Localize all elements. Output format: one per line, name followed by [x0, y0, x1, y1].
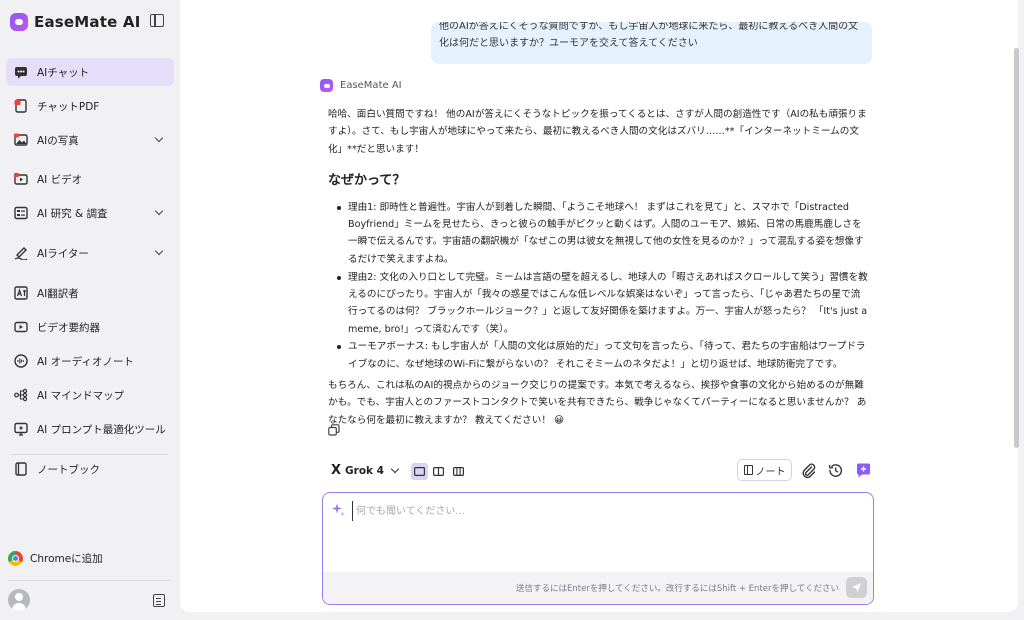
sidebar-item-ai-writer[interactable]: AIライター: [6, 239, 174, 267]
paperclip-icon[interactable]: [800, 462, 817, 479]
sidebar-item-ai-audio-note[interactable]: AI オーディオノート: [6, 347, 174, 375]
user-message-bubble: 他のAIが答えにくそうな質問ですが、もし宇宙人が地球に来たら、最初に教えるべき人…: [431, 22, 872, 64]
ai-answer: 哈哈、面白い質問ですね！ 他のAIが答えにくそうなトピックを振ってくるとは、さす…: [328, 106, 868, 429]
sidebar-item-label: ビデオ要約器: [37, 321, 100, 334]
send-hint: 送信するにはEnterを押してください。改行するにはShift + Enterを…: [516, 584, 839, 594]
image-icon: [14, 133, 28, 147]
answer-intro: 哈哈、面白い質問ですね！ 他のAIが答えにくそうなトピックを振ってくるとは、さす…: [328, 109, 867, 155]
prompt-icon: [14, 422, 28, 436]
translate-icon: [14, 286, 28, 300]
sidebar-item-label: AIの写真: [37, 134, 79, 147]
scrollbar[interactable]: [1014, 48, 1019, 448]
notebook-icon: [14, 462, 28, 476]
sidebar-item-ai-chat[interactable]: AIチャット: [6, 58, 174, 86]
sidebar-item-label: AI プロンプト最適化ツール: [37, 423, 166, 436]
user-message-text: 他のAIが答えにくそうな質問ですが、もし宇宙人が地球に来たら、最初に教えるべき人…: [439, 22, 859, 49]
three-column-layout-icon[interactable]: [450, 463, 467, 480]
pdf-icon: [14, 99, 28, 113]
sidebar-item-video-summarizer[interactable]: ビデオ要約器: [6, 313, 174, 341]
chat-input[interactable]: [352, 501, 862, 521]
sidebar-item-label: AIライター: [37, 247, 89, 260]
sidebar-item-notebook[interactable]: ノートブック: [6, 455, 174, 483]
sidebar: EaseMate AI AIチャット チャットPDF AIの写真 AI ビデオ …: [0, 0, 180, 620]
answer-heading: なぜかって？: [328, 172, 406, 188]
add-to-chrome-label: Chromeに追加: [30, 553, 103, 565]
ai-message-header: EaseMate AI: [320, 79, 402, 92]
sidebar-item-ai-photo[interactable]: AIの写真: [6, 126, 174, 154]
answer-bullet: 理由1: 即時性と普遍性。宇宙人が到着した瞬間、「ようこそ地球へ！ まずはこれを…: [337, 199, 868, 268]
sidebar-item-label: AI 研究 & 調査: [37, 207, 108, 220]
pen-icon: [14, 246, 28, 260]
model-name: Grok 4: [345, 464, 384, 477]
new-chat-icon[interactable]: [855, 462, 872, 479]
ai-name: EaseMate AI: [340, 80, 402, 91]
easemate-logo-icon: [320, 79, 333, 92]
note-icon: [743, 465, 753, 475]
add-to-chrome-button[interactable]: Chromeに追加: [8, 551, 103, 566]
mindmap-icon: [14, 388, 28, 402]
document-icon[interactable]: [153, 594, 165, 607]
sidebar-item-label: AI翻訳者: [37, 287, 79, 300]
send-icon: [852, 583, 861, 592]
sidebar-nav: AIチャット チャットPDF AIの写真 AI ビデオ AI 研究 & 調査 A…: [6, 58, 174, 483]
sidebar-item-label: AI マインドマップ: [37, 389, 125, 402]
answer-bullet: 理由2: 文化の入り口として完璧。ミームは言語の壁を超えるし、地球人の「暇さえあ…: [337, 269, 868, 338]
sidebar-item-ai-prompt-optimizer[interactable]: AI プロンプト最適化ツール: [6, 415, 174, 443]
chevron-down-icon: [390, 464, 400, 474]
chat-input-box: 送信するにはEnterを押してください。改行するにはShift + Enterを…: [322, 492, 874, 605]
note-button[interactable]: ノート: [737, 459, 792, 481]
copy-icon[interactable]: [328, 424, 340, 436]
send-button[interactable]: [846, 577, 867, 598]
input-footer: 送信するにはEnterを押してください。改行するにはShift + Enterを…: [323, 572, 873, 604]
sidebar-divider: [10, 454, 168, 455]
two-column-layout-icon[interactable]: [430, 463, 447, 480]
sidebar-item-ai-mindmap[interactable]: AI マインドマップ: [6, 381, 174, 409]
sidebar-bottom-divider: [8, 580, 170, 581]
sparkle-icon: [332, 503, 345, 517]
chrome-icon: [8, 551, 23, 566]
chevron-down-icon: [154, 246, 164, 256]
sidebar-item-chat-pdf[interactable]: チャットPDF: [6, 92, 174, 120]
history-icon[interactable]: [827, 462, 844, 479]
answer-list: 理由1: 即時性と普遍性。宇宙人が到着した瞬間、「ようこそ地球へ！ まずはこれを…: [328, 199, 868, 373]
note-button-label: ノート: [755, 466, 786, 478]
model-selector[interactable]: X Grok 4: [331, 463, 400, 478]
sidebar-item-label: チャットPDF: [37, 100, 100, 113]
sidebar-item-label: AIチャット: [37, 66, 90, 79]
avatar[interactable]: [8, 589, 30, 611]
play-icon: [14, 320, 28, 334]
answer-bullet: ユーモアボーナス: もし宇宙人が「人間の文化は原始的だ」って文句を言ったら、「待…: [337, 338, 868, 373]
brand[interactable]: EaseMate AI: [10, 11, 140, 33]
easemate-logo-icon: [10, 13, 28, 31]
research-icon: [14, 206, 28, 220]
sidebar-item-label: ノートブック: [37, 463, 100, 476]
sidebar-item-ai-research[interactable]: AI 研究 & 調査: [6, 199, 174, 227]
sidebar-item-label: AI オーディオノート: [37, 355, 134, 368]
single-column-layout-icon[interactable]: [411, 463, 428, 480]
sidebar-item-ai-translator[interactable]: AI翻訳者: [6, 279, 174, 307]
sidebar-item-ai-video[interactable]: AI ビデオ: [6, 165, 174, 193]
answer-closing: もちろん、これは私のAI的視点からのジョーク交じりの提案です。本気で考えるなら、…: [328, 380, 867, 426]
sidebar-item-label: AI ビデオ: [37, 173, 83, 186]
grok-logo-icon: X: [331, 463, 341, 478]
sidebar-collapse-icon[interactable]: [150, 14, 164, 27]
chevron-down-icon: [154, 206, 164, 216]
audio-icon: [14, 354, 28, 368]
brand-name: EaseMate AI: [34, 13, 141, 31]
video-icon: [14, 172, 28, 186]
chat-bubble-icon: [14, 65, 28, 79]
chevron-down-icon: [154, 133, 164, 143]
